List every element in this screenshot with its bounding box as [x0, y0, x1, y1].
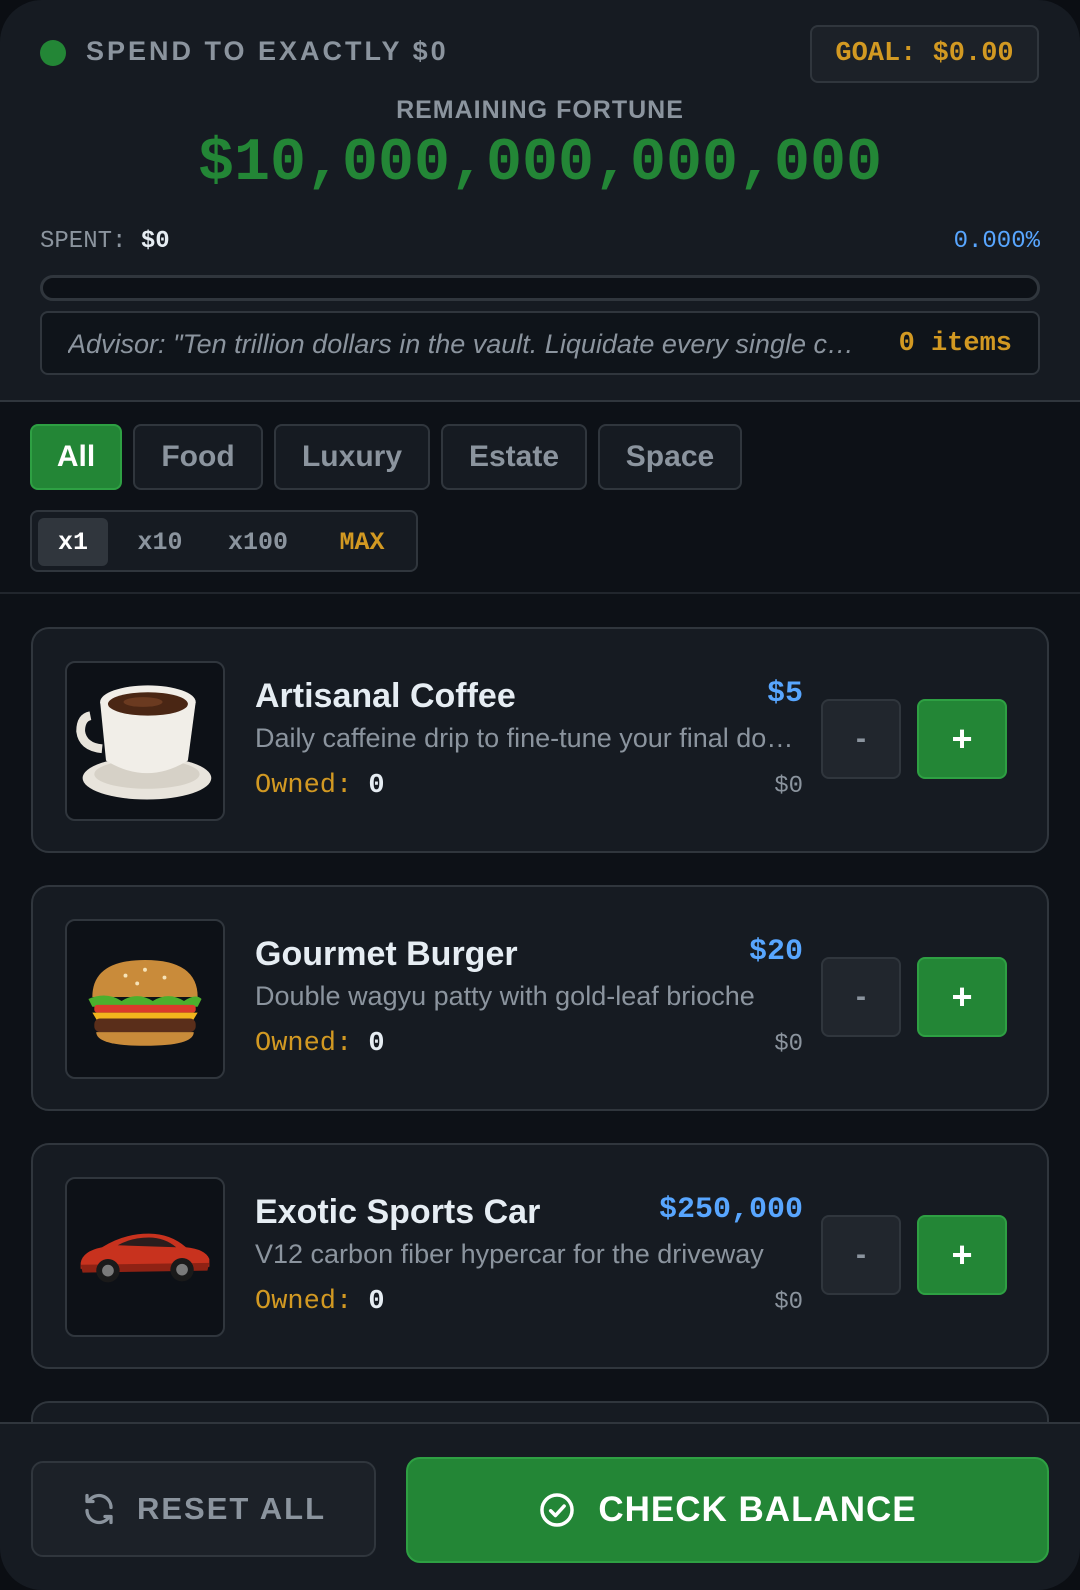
fortune-value: $10,000,000,000,000	[197, 130, 883, 198]
multiplier-x100[interactable]: x100	[212, 518, 304, 566]
spent-value: $0	[140, 228, 170, 255]
increment-button[interactable]: +	[917, 1215, 1007, 1295]
owned-label: Owned:	[255, 1029, 353, 1059]
app-window: SPEND TO EXACTLY $0 GOAL: $0.00 REMAININ…	[0, 0, 1080, 1590]
footer-bar: RESET ALL CHECK BALANCE	[0, 1422, 1080, 1590]
reset-all-label: RESET ALL	[136, 1491, 327, 1526]
product-description: Double wagyu patty with gold-leaf brioch…	[255, 981, 755, 1011]
refresh-icon	[85, 1493, 113, 1525]
product-card: Exotic Sports Car $250,000 V12 carbon fi…	[31, 1143, 1049, 1369]
product-card: Artisanal Coffee $5 Daily caffeine drip …	[31, 627, 1049, 853]
product-owned: Owned: 0	[255, 1029, 385, 1059]
sports-car-icon	[65, 1177, 225, 1337]
product-subtotal: $0	[774, 773, 803, 800]
product-description: V12 carbon fiber hypercar for the drivew…	[255, 1239, 764, 1269]
product-card-partial	[31, 1401, 1049, 1422]
check-balance-button[interactable]: CHECK BALANCE	[406, 1457, 1049, 1563]
product-subtotal: $0	[774, 1289, 803, 1316]
product-description: Daily caffeine drip to fine-tune your fi…	[255, 723, 795, 753]
product-name: Gourmet Burger	[255, 935, 518, 973]
check-circle-icon	[540, 1493, 575, 1527]
increment-button[interactable]: +	[917, 957, 1007, 1037]
increment-button[interactable]: +	[917, 699, 1007, 779]
advisor-message: Advisor: "Ten trillion dollars in the va…	[68, 329, 868, 359]
category-tab-food[interactable]: Food	[133, 424, 263, 490]
category-tab-estate[interactable]: Estate	[441, 424, 587, 490]
category-tab-all[interactable]: All	[30, 424, 122, 490]
check-balance-label: CHECK BALANCE	[598, 1490, 917, 1529]
product-price: $250,000	[658, 1193, 803, 1227]
advisor-box: Advisor: "Ten trillion dollars in the va…	[40, 311, 1040, 375]
goal-label: GOAL: $0.00	[835, 39, 1014, 69]
product-name: Artisanal Coffee	[255, 677, 516, 715]
fortune-label: REMAINING FORTUNE	[396, 96, 684, 124]
category-tab-space[interactable]: Space	[598, 424, 742, 490]
product-list[interactable]: Artisanal Coffee $5 Daily caffeine drip …	[0, 596, 1080, 1422]
product-subtotal: $0	[774, 1031, 803, 1058]
multiplier-x10[interactable]: x10	[122, 518, 198, 566]
decrement-button[interactable]: -	[821, 699, 901, 779]
decrement-button[interactable]: -	[821, 957, 901, 1037]
product-owned: Owned: 0	[255, 1287, 385, 1317]
filter-bar: All Food Luxury Estate Space x1 x10 x100…	[0, 404, 1080, 594]
owned-count: 0	[368, 1029, 385, 1059]
owned-count: 0	[368, 1287, 385, 1317]
multiplier-x1[interactable]: x1	[38, 518, 108, 566]
spent-row: SPENT: $0	[40, 228, 170, 255]
category-tab-luxury[interactable]: Luxury	[274, 424, 430, 490]
product-price: $20	[748, 935, 803, 969]
multiplier-max[interactable]: MAX	[322, 518, 402, 566]
items-count: 0 items	[898, 329, 1012, 359]
coffee-cup-icon	[65, 661, 225, 821]
owned-label: Owned:	[255, 771, 353, 801]
burger-icon	[65, 919, 225, 1079]
product-price: $5	[766, 677, 803, 711]
header-panel: SPEND TO EXACTLY $0 GOAL: $0.00 REMAININ…	[0, 0, 1080, 402]
product-owned: Owned: 0	[255, 771, 385, 801]
reset-all-button[interactable]: RESET ALL	[31, 1461, 376, 1557]
owned-label: Owned:	[255, 1287, 353, 1317]
spent-percent: 0.000%	[953, 228, 1040, 255]
decrement-button[interactable]: -	[821, 1215, 901, 1295]
goal-badge: GOAL: $0.00	[810, 25, 1039, 83]
spent-label: SPENT:	[40, 228, 127, 255]
progress-bar	[40, 275, 1040, 301]
owned-count: 0	[368, 771, 385, 801]
multiplier-group: x1 x10 x100 MAX	[30, 510, 418, 572]
status-text: SPEND TO EXACTLY $0	[86, 36, 449, 66]
product-name: Exotic Sports Car	[255, 1193, 541, 1231]
status-indicator	[40, 40, 66, 66]
product-card: Gourmet Burger $20 Double wagyu patty wi…	[31, 885, 1049, 1111]
